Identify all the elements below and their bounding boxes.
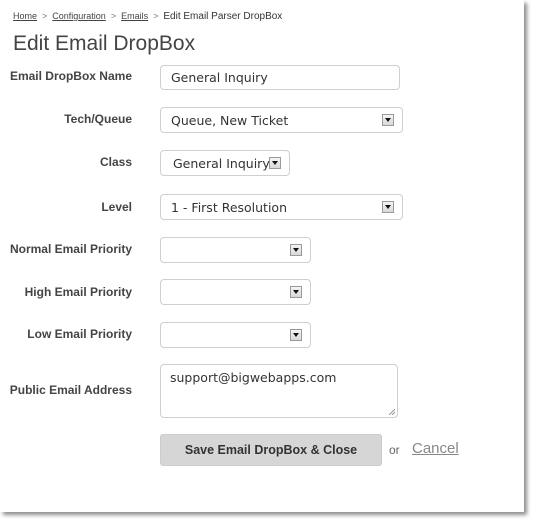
breadcrumb-separator: >: [153, 11, 159, 21]
breadcrumb-emails[interactable]: Emails: [121, 11, 148, 21]
page-panel: Home > Configuration > Emails > Edit Email Par…: [0, 0, 524, 512]
low-priority-select[interactable]: [160, 322, 311, 348]
cancel-link[interactable]: Cancel: [412, 440, 459, 457]
dropbox-name-value: General Inquiry: [171, 70, 268, 85]
normal-priority-select[interactable]: [160, 237, 311, 263]
low-priority-label: Low Email Priority: [27, 327, 132, 341]
breadcrumb-separator: >: [110, 11, 117, 21]
breadcrumb-current: Edit Email Parser DropBox: [163, 11, 283, 22]
level-label: Level: [101, 200, 132, 214]
chevron-down-icon: [382, 114, 394, 126]
save-and-close-button[interactable]: Save Email DropBox & Close: [160, 434, 382, 466]
tech-queue-value: Queue, New Ticket: [171, 112, 289, 128]
dropbox-name-input[interactable]: General Inquiry: [160, 65, 400, 90]
page-title: Edit Email DropBox: [13, 32, 196, 55]
chevron-down-icon: [290, 244, 302, 256]
breadcrumb-home[interactable]: Home: [13, 11, 37, 21]
breadcrumb-configuration[interactable]: Configuration: [52, 11, 106, 21]
level-value: 1 - First Resolution: [171, 199, 288, 215]
class-select[interactable]: General Inquiry: [160, 150, 290, 176]
public-email-value: support@bigwebapps.com: [170, 370, 337, 385]
class-value: General Inquiry: [173, 155, 270, 171]
public-email-label: Public Email Address: [9, 383, 132, 397]
chevron-down-icon: [290, 329, 302, 341]
tech-queue-select[interactable]: Queue, New Ticket: [160, 107, 403, 133]
or-text: or: [389, 443, 400, 457]
public-email-textarea[interactable]: support@bigwebapps.com: [160, 364, 398, 418]
chevron-down-icon: [382, 201, 394, 213]
high-priority-label: High Email Priority: [24, 285, 132, 299]
chevron-down-icon: [269, 157, 281, 169]
resize-grip-icon[interactable]: [389, 409, 395, 415]
dropbox-name-label: Email DropBox Name: [9, 69, 132, 83]
class-label: Class: [99, 155, 132, 169]
breadcrumb-separator: >: [42, 11, 48, 21]
tech-queue-label: Tech/Queue: [64, 112, 132, 126]
breadcrumb: Home > Configuration > Emails > Edit Email Par…: [13, 11, 282, 22]
chevron-down-icon: [290, 286, 302, 298]
level-select[interactable]: 1 - First Resolution: [160, 194, 403, 220]
high-priority-select[interactable]: [160, 279, 311, 305]
normal-priority-label: Normal Email Priority: [9, 242, 132, 256]
